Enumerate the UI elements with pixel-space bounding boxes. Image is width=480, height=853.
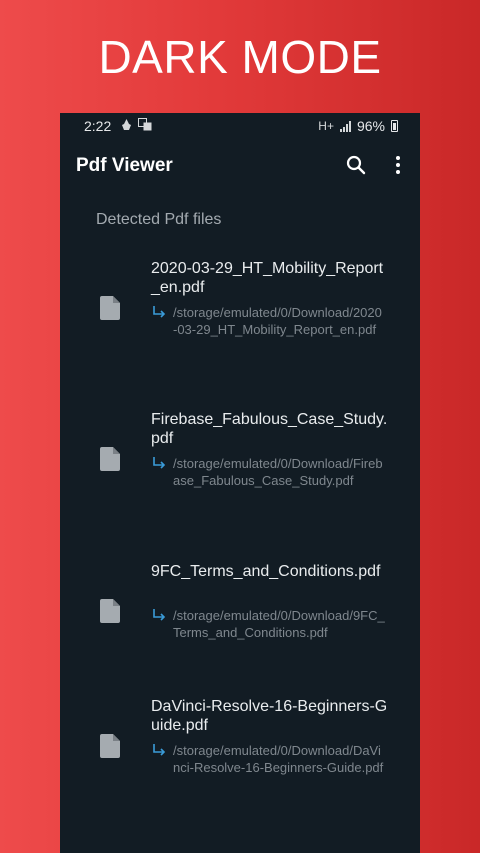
subdirectory-arrow-icon	[153, 744, 166, 756]
status-time: 2:22	[84, 118, 112, 134]
translate-icon	[138, 118, 152, 131]
file-icon	[100, 296, 120, 320]
section-header: Detected Pdf files	[96, 211, 222, 228]
subdirectory-arrow-icon	[153, 609, 166, 621]
battery-percent: 96%	[356, 118, 385, 134]
promo-title: DARK MODE	[98, 31, 382, 83]
list-item[interactable]: 9FC_Terms_and_Conditions.pdf /storage/em…	[60, 560, 420, 690]
file-name: 9FC_Terms_and_Conditions.pdf	[151, 563, 381, 580]
phone-screen: 2:22 H+ 96% Pdf Viewer Detected Pdf file…	[60, 113, 420, 853]
status-bar: 2:22 H+ 96%	[60, 113, 420, 139]
file-path: /storage/emulated/0/Download/Firebase_Fa…	[173, 456, 383, 488]
file-name: DaVinci-Resolve-16-Beginners-Guide.pdf	[151, 698, 388, 734]
list-item[interactable]: 2020-03-29_HT_Mobility_Report_en.pdf /st…	[60, 257, 420, 387]
file-name: Firebase_Fabulous_Case_Study.pdf	[151, 411, 388, 447]
battery-icon	[391, 120, 398, 132]
file-icon	[100, 734, 120, 758]
overflow-menu-button[interactable]	[384, 151, 412, 179]
file-icon	[100, 599, 120, 623]
search-icon	[346, 155, 366, 175]
app-bar: Pdf Viewer	[60, 139, 420, 195]
more-vertical-icon	[396, 156, 400, 174]
app-title: Pdf Viewer	[76, 155, 173, 176]
notification-icon	[122, 119, 131, 130]
file-path: /storage/emulated/0/Download/2020-03-29_…	[173, 305, 382, 337]
file-icon	[100, 447, 120, 471]
list-item[interactable]: Firebase_Fabulous_Case_Study.pdf /storag…	[60, 408, 420, 538]
subdirectory-arrow-icon	[153, 457, 166, 469]
subdirectory-arrow-icon	[153, 306, 166, 318]
signal-icon	[339, 120, 351, 132]
network-type: H+	[318, 119, 334, 133]
list-item[interactable]: DaVinci-Resolve-16-Beginners-Guide.pdf /…	[60, 695, 420, 825]
file-path: /storage/emulated/0/Download/9FC_Terms_a…	[173, 608, 385, 640]
file-name: 2020-03-29_HT_Mobility_Report_en.pdf	[151, 260, 384, 296]
file-path: /storage/emulated/0/Download/DaVinci-Res…	[173, 743, 384, 775]
search-button[interactable]	[342, 151, 370, 179]
